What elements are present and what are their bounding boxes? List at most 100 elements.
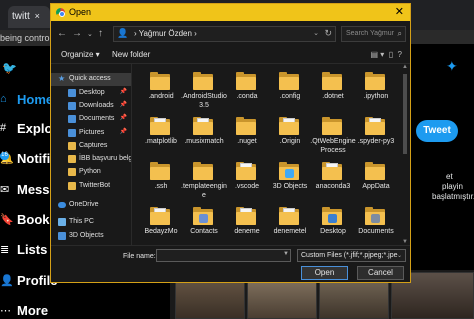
user-folder-icon: 👤 <box>117 28 129 38</box>
nav-item-3d-objects[interactable]: 3D Objects <box>51 230 131 243</box>
file-item[interactable]: .QtWebEngineProcess <box>310 113 356 157</box>
nav-item-onedrive[interactable]: OneDrive <box>51 199 131 212</box>
file-item[interactable]: .AndroidStudio3.5 <box>181 68 227 112</box>
dialog-title-bar[interactable]: Open ✕ <box>51 4 410 21</box>
organize-button[interactable]: Organize ▾ <box>61 50 100 59</box>
file-item[interactable]: .conda <box>225 68 269 112</box>
file-item-label: anaconda3 <box>315 183 351 190</box>
search-input[interactable]: Search Yağmur Özden ⌕ <box>341 26 406 42</box>
file-item-label: deneme <box>234 228 260 235</box>
file-item[interactable]: .android <box>139 68 183 112</box>
file-name-label: File name: <box>123 253 156 260</box>
file-item[interactable]: anaconda3 <box>311 158 355 202</box>
computer-icon <box>58 218 66 226</box>
file-item[interactable]: .vscode <box>225 158 269 202</box>
nav-item-label: This PC <box>69 218 94 225</box>
file-name-dropdown-icon[interactable]: ▼ <box>283 251 289 257</box>
browser-tab[interactable]: twitt × <box>8 6 50 28</box>
cancel-button[interactable]: Cancel <box>357 266 404 280</box>
file-item-label: Documents <box>358 228 394 235</box>
back-arrow-icon[interactable]: ← <box>57 28 67 39</box>
scroll-up-icon[interactable]: ▲ <box>402 64 408 70</box>
file-item[interactable]: .ssh <box>139 158 183 202</box>
file-item[interactable]: Contacts <box>182 203 226 245</box>
file-item[interactable]: deneme <box>225 203 269 245</box>
nav-item-twitterbot[interactable]: TwitterBot <box>51 180 131 193</box>
open-button[interactable]: Open <box>301 266 348 280</box>
forward-arrow-icon[interactable]: → <box>72 28 82 39</box>
scrollbar-thumb[interactable] <box>403 74 407 154</box>
pin-icon: 📌 <box>119 129 127 135</box>
file-item-label: 3D Objects <box>272 183 308 190</box>
file-item-label: .AndroidStudio3.5 <box>181 93 227 109</box>
nav-item-pictures[interactable]: Pictures 📌 <box>51 127 131 140</box>
nav-item-quick-access[interactable]: ★ Quick access <box>51 73 131 86</box>
nav-item-label: TwitterBot <box>79 182 111 189</box>
file-item[interactable]: Documents <box>354 203 398 245</box>
file-item[interactable]: BedayzMo <box>139 203 183 245</box>
onedrive-icon <box>58 202 66 208</box>
nav-item-desktop[interactable]: Desktop 📌 <box>51 87 131 100</box>
folder-icon <box>68 168 76 176</box>
scrollbar[interactable]: ▲ ▼ <box>400 64 410 245</box>
pin-icon: 📌 <box>119 102 127 108</box>
recent-locations-icon[interactable]: ⌄ <box>87 30 93 38</box>
address-dropdown-icon[interactable]: ⌄ <box>313 29 319 37</box>
envelope-icon: ✉ <box>0 184 10 196</box>
file-name-input[interactable] <box>156 249 291 262</box>
file-item[interactable]: .nuget <box>225 113 269 157</box>
sparkle-icon[interactable]: ✦ <box>446 58 458 75</box>
address-bar[interactable]: 👤 › Yağmur Özden › ⌄ ↻ <box>113 26 336 42</box>
file-item[interactable]: .Origin <box>268 113 312 157</box>
file-item[interactable]: .ipython <box>354 68 398 112</box>
file-item[interactable]: 3D Objects <box>268 158 312 202</box>
file-item[interactable]: .config <box>268 68 312 112</box>
folder-icon <box>68 155 76 163</box>
nav-item-this-pc[interactable]: This PC <box>51 216 131 229</box>
folder-doc-icon <box>193 117 213 135</box>
file-item[interactable]: .matplotlib <box>139 113 183 157</box>
browser-tab-title: twitt <box>12 11 30 22</box>
view-options-icon[interactable]: ▤ ▾ ▯ ? <box>370 50 402 59</box>
nav-item-label: Python <box>79 168 101 175</box>
nav-item-downloads[interactable]: Downloads 📌 <box>51 100 131 113</box>
nav-item-i-bb-ba-vuru-belg[interactable]: İBB başvuru belg <box>51 153 131 166</box>
navigation-pane: ★ Quick access Desktop 📌 Downloads 📌 Documents… <box>51 64 132 245</box>
file-item[interactable]: .dotnet <box>311 68 355 112</box>
file-type-select[interactable]: Custom Files (*.jfif;*.pjpeg;*.jpe ⌄ <box>297 249 406 262</box>
folder-icon <box>68 142 76 150</box>
new-folder-button[interactable]: New folder <box>112 50 150 59</box>
close-icon[interactable]: ✕ <box>395 5 404 18</box>
nav-item-documents[interactable]: Documents 📌 <box>51 113 131 126</box>
notification-badge: 16 <box>0 152 9 160</box>
nav-item-label: Desktop <box>79 89 105 96</box>
dialog-footer: File name: ▼ Custom Files (*.jfif;*.pjpe… <box>51 245 410 282</box>
twitter-bird-icon[interactable]: 🐦 <box>2 61 17 75</box>
file-item[interactable]: .templateengine <box>181 158 227 202</box>
file-item[interactable]: .spyder-py3 <box>354 113 398 157</box>
folder-doc-icon <box>322 162 342 180</box>
close-tab-icon[interactable]: × <box>35 11 40 21</box>
nav-item-label: Documents <box>79 115 115 122</box>
open-file-dialog: Open ✕ ← → ⌄ ↑ 👤 › Yağmur Özden › ⌄ ↻ Se… <box>50 3 411 283</box>
chevron-down-icon: ⌄ <box>396 253 402 259</box>
bookmark-icon: 🔖 <box>0 214 14 226</box>
documents-folder-icon <box>68 115 76 123</box>
file-item[interactable]: denemetel <box>268 203 312 245</box>
file-item[interactable]: AppData <box>354 158 398 202</box>
refresh-icon[interactable]: ↻ <box>324 28 332 39</box>
folder-icon <box>150 162 170 180</box>
folder-icon <box>279 72 299 90</box>
hashtag-icon: # <box>0 122 7 134</box>
folder-doc-icon <box>150 117 170 135</box>
twitter-nav-label: Lists <box>17 242 48 257</box>
nav-item-python[interactable]: Python <box>51 166 131 179</box>
file-item[interactable]: Desktop <box>311 203 355 245</box>
file-item[interactable]: .musixmatch <box>182 113 226 157</box>
up-arrow-icon[interactable]: ↑ <box>98 28 103 39</box>
nav-item-label: 3D Objects <box>69 232 104 239</box>
tweet-button[interactable]: Tweet <box>416 120 458 142</box>
nav-item-captures[interactable]: Captures <box>51 140 131 153</box>
file-item-label: .vscode <box>234 183 260 190</box>
breadcrumb[interactable]: › Yağmur Özden › <box>134 29 197 38</box>
